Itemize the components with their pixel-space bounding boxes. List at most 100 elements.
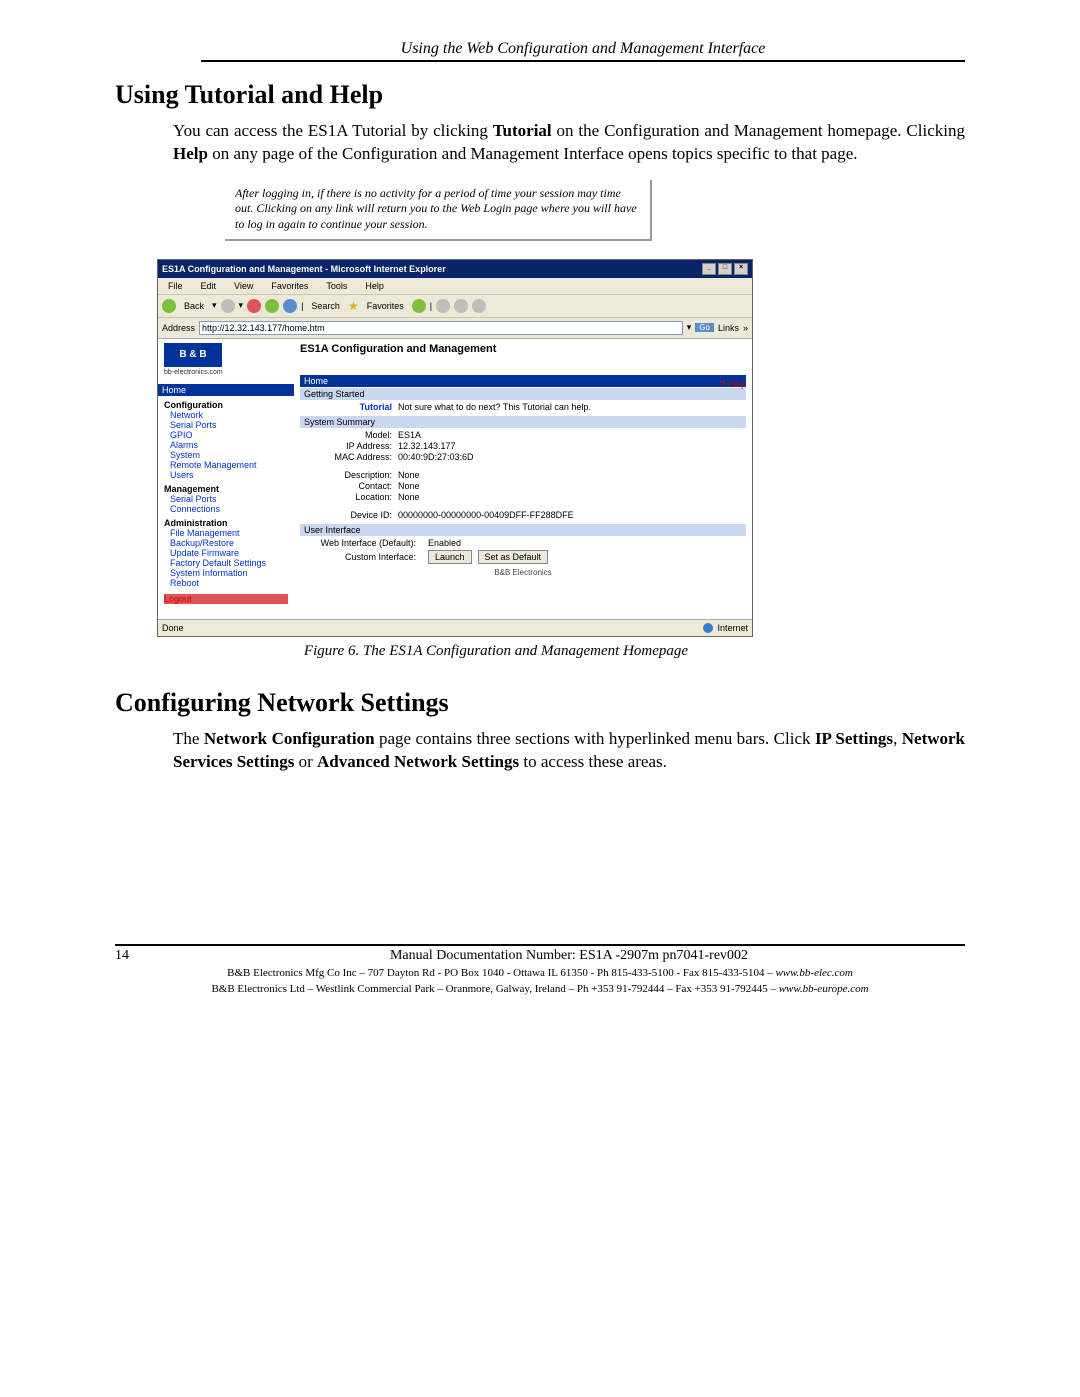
text: on the Configuration and Management home… <box>552 121 965 140</box>
print-icon[interactable] <box>454 299 468 313</box>
menu-view[interactable]: View <box>230 280 257 292</box>
bold-advnet: Advanced Network Settings <box>317 752 519 771</box>
para-network: The Network Configuration page contains … <box>173 728 965 774</box>
separator: | <box>430 301 432 311</box>
tutorial-link[interactable]: Tutorial <box>308 402 398 412</box>
sidebar-item-mgmt-connections[interactable]: Connections <box>170 504 288 514</box>
sidebar-item-factory-defaults[interactable]: Factory Default Settings <box>170 558 288 568</box>
help-link[interactable]: Help <box>719 379 746 389</box>
sidebar-item-system-info[interactable]: System Information <box>170 568 288 578</box>
toolbar: Back ▾ ▾ | Search ★ Favorites | <box>158 295 752 318</box>
footer-url-1: www.bb-elec.com <box>775 967 852 979</box>
logo: B & B <box>164 343 222 367</box>
launch-button[interactable]: Launch <box>428 550 472 564</box>
sidebar-item-update-firmware[interactable]: Update Firmware <box>170 548 288 558</box>
value-contact: None <box>398 481 746 491</box>
value-model: ES1A <box>398 430 746 440</box>
menu-tools[interactable]: Tools <box>322 280 351 292</box>
sidebar-item-users[interactable]: Users <box>170 470 288 480</box>
set-default-button[interactable]: Set as Default <box>478 550 549 564</box>
ie-window: ES1A Configuration and Management - Micr… <box>157 259 753 637</box>
sidebar-item-alarms[interactable]: Alarms <box>170 440 288 450</box>
sidebar-item-serial-ports[interactable]: Serial Ports <box>170 420 288 430</box>
running-head: Using the Web Configuration and Manageme… <box>201 40 965 62</box>
separator: ▾ <box>239 300 244 311</box>
refresh-icon[interactable] <box>265 299 279 313</box>
status-done: Done <box>162 623 184 633</box>
text: page contains three sections with hyperl… <box>375 729 815 748</box>
value-mac: 00:40:9D:27:03:6D <box>398 452 746 462</box>
main-panel: ES1A Configuration and Management Help H… <box>294 339 752 619</box>
forward-icon[interactable] <box>221 299 235 313</box>
sidebar-logout[interactable]: Logout <box>164 594 288 604</box>
main-title: ES1A Configuration and Management <box>300 343 746 355</box>
figure-caption: Figure 6. The ES1A Configuration and Man… <box>199 643 793 660</box>
sidebar-head-management: Management <box>164 484 288 494</box>
sidebar-item-mgmt-serial[interactable]: Serial Ports <box>170 494 288 504</box>
sidebar-home[interactable]: Home <box>158 384 294 396</box>
separator: ▾ <box>212 300 217 311</box>
bold-tutorial: Tutorial <box>493 121 552 140</box>
back-icon[interactable] <box>162 299 176 313</box>
sidebar-item-backup-restore[interactable]: Backup/Restore <box>170 538 288 548</box>
sidebar-item-reboot[interactable]: Reboot <box>170 578 288 588</box>
bold-help: Help <box>173 144 208 163</box>
internet-zone-icon <box>703 623 713 633</box>
links-chevron-icon[interactable]: » <box>743 323 748 333</box>
label-custom-interface: Custom Interface: <box>308 552 422 562</box>
section-home: Home <box>300 375 746 387</box>
home-icon[interactable] <box>283 299 297 313</box>
address-input[interactable] <box>199 321 683 335</box>
menu-help[interactable]: Help <box>361 280 388 292</box>
statusbar: Done Internet <box>158 619 752 636</box>
favorites-button[interactable]: Favorites <box>363 300 408 312</box>
footer-address-2: B&B Electronics Ltd – Westlink Commercia… <box>115 982 965 996</box>
sidebar-item-remote-mgmt[interactable]: Remote Management <box>170 460 288 470</box>
menu-file[interactable]: File <box>164 280 187 292</box>
search-button[interactable]: Search <box>307 300 344 312</box>
text: B&B Electronics Mfg Co Inc – 707 Dayton … <box>227 967 775 979</box>
note-text: After logging in, if there is no activit… <box>235 186 637 231</box>
window-title: ES1A Configuration and Management - Micr… <box>162 264 446 274</box>
page-number: 14 <box>115 948 147 964</box>
stop-icon[interactable] <box>247 299 261 313</box>
addressbar: Address ▾ Go Links » <box>158 318 752 339</box>
text: You can access the ES1A Tutorial by clic… <box>173 121 493 140</box>
page-footer: 14 Manual Documentation Number: ES1A -29… <box>115 944 965 964</box>
sidebar-item-network[interactable]: Network <box>170 410 288 420</box>
menu-edit[interactable]: Edit <box>197 280 221 292</box>
section-system-summary: System Summary <box>300 416 746 428</box>
label-ip: IP Address: <box>308 441 398 451</box>
sidebar-head-configuration: Configuration <box>164 400 288 410</box>
address-dropdown-icon[interactable]: ▾ <box>687 322 692 333</box>
address-label: Address <box>162 323 195 333</box>
label-mac: MAC Address: <box>308 452 398 462</box>
separator: | <box>301 301 303 311</box>
sidebar-item-system[interactable]: System <box>170 450 288 460</box>
logo-subtext: bb-electronics.com <box>164 369 288 376</box>
label-web-interface: Web Interface (Default): <box>308 538 422 548</box>
favorites-icon[interactable]: ★ <box>348 299 359 313</box>
minimize-button[interactable]: _ <box>702 263 716 275</box>
mail-icon[interactable] <box>436 299 450 313</box>
go-button[interactable]: Go <box>695 323 714 332</box>
status-zone: Internet <box>717 623 748 633</box>
content-footer: B&B Electronics <box>300 568 746 577</box>
section-getting-started: Getting Started <box>300 388 746 400</box>
window-titlebar: ES1A Configuration and Management - Micr… <box>158 260 752 278</box>
sidebar-item-gpio[interactable]: GPIO <box>170 430 288 440</box>
label-model: Model: <box>308 430 398 440</box>
section-user-interface: User Interface <box>300 524 746 536</box>
tutorial-text: Not sure what to do next? This Tutorial … <box>398 402 746 412</box>
links-label[interactable]: Links <box>718 323 739 333</box>
sidebar-item-file-mgmt[interactable]: File Management <box>170 528 288 538</box>
menubar: File Edit View Favorites Tools Help <box>158 278 752 295</box>
text: B&B Electronics Ltd – Westlink Commercia… <box>211 983 778 995</box>
maximize-button[interactable]: □ <box>718 263 732 275</box>
edit-icon[interactable] <box>472 299 486 313</box>
close-button[interactable]: × <box>734 263 748 275</box>
back-button[interactable]: Back <box>180 300 208 312</box>
menu-favorites[interactable]: Favorites <box>267 280 312 292</box>
footer-doc: Manual Documentation Number: ES1A -2907m… <box>173 948 965 964</box>
history-icon[interactable] <box>412 299 426 313</box>
